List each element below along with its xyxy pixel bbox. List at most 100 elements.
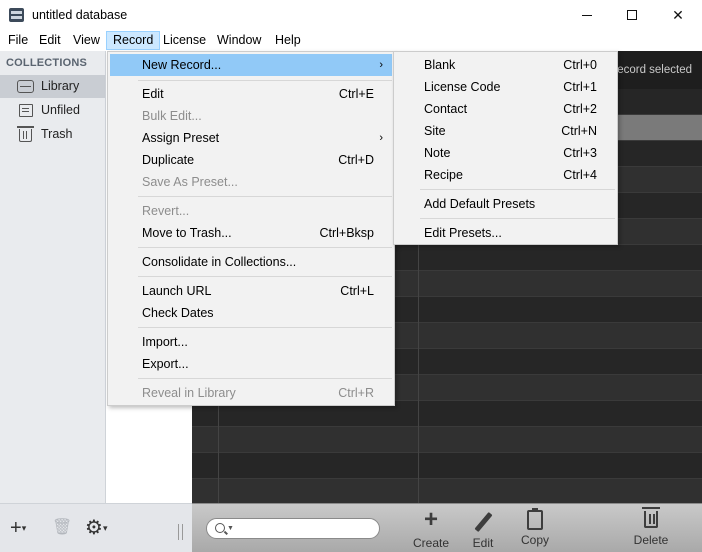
menu-window[interactable]: Window xyxy=(211,31,267,50)
menu-item-label: New Record... xyxy=(142,58,222,72)
sidebar-item-library[interactable]: Library xyxy=(0,75,105,98)
menu-item-label: Note xyxy=(424,146,451,160)
sidebar-item-label: Unfiled xyxy=(41,103,80,117)
menu-item-launch-url[interactable]: Launch URL Ctrl+L xyxy=(110,280,392,302)
create-label: Create xyxy=(412,536,450,550)
minimize-button[interactable] xyxy=(564,0,610,30)
submenu-item-note[interactable]: Note Ctrl+3 xyxy=(396,142,615,164)
submenu-item-edit-presets[interactable]: Edit Presets... xyxy=(396,222,615,244)
submenu-item-contact[interactable]: Contact Ctrl+2 xyxy=(396,98,615,120)
menu-help[interactable]: Help xyxy=(269,31,307,50)
menu-item-label: Recipe xyxy=(424,168,463,182)
menu-view[interactable]: View xyxy=(67,31,106,50)
chevron-right-icon: › xyxy=(379,132,383,144)
maximize-icon xyxy=(627,10,637,20)
delete-collection-button[interactable]: 🗑 xyxy=(52,518,72,538)
submenu-item-site[interactable]: Site Ctrl+N xyxy=(396,120,615,142)
trash-icon xyxy=(642,507,660,528)
submenu-item-add-default-presets[interactable]: Add Default Presets xyxy=(396,193,615,215)
menu-item-duplicate[interactable]: Duplicate Ctrl+D xyxy=(110,149,392,171)
menu-item-label: Edit xyxy=(142,87,164,101)
menu-item-edit[interactable]: Edit Ctrl+E xyxy=(110,83,392,105)
menu-edit[interactable]: Edit xyxy=(33,31,67,50)
menu-item-label: Site xyxy=(424,124,446,138)
submenu-item-license-code[interactable]: License Code Ctrl+1 xyxy=(396,76,615,98)
search-icon xyxy=(215,523,225,533)
menu-shortcut: Ctrl+2 xyxy=(563,102,597,116)
menu-item-label: Consolidate in Collections... xyxy=(142,255,297,269)
submenu-item-blank[interactable]: Blank Ctrl+0 xyxy=(396,54,615,76)
menu-item-move-to-trash[interactable]: Move to Trash... Ctrl+Bksp xyxy=(110,222,392,244)
menu-item-new-record[interactable]: New Record... › xyxy=(110,54,392,76)
collection-settings-button[interactable]: ⚙▾ xyxy=(85,518,107,538)
menu-item-bulk-edit[interactable]: Bulk Edit... xyxy=(110,105,392,127)
sidebar-item-trash[interactable]: Trash xyxy=(0,123,105,146)
menu-item-label: Add Default Presets xyxy=(424,197,536,211)
menu-item-label: Edit Presets... xyxy=(424,226,502,240)
menu-item-reveal-in-library[interactable]: Reveal in Library Ctrl+R xyxy=(110,382,392,404)
menu-item-consolidate[interactable]: Consolidate in Collections... xyxy=(110,251,392,273)
menu-item-label: Export... xyxy=(142,357,189,371)
menu-item-save-as-preset[interactable]: Save As Preset... xyxy=(110,171,392,193)
delete-button[interactable]: Delete xyxy=(626,507,676,552)
menu-item-label: Contact xyxy=(424,102,468,116)
menu-item-label: License Code xyxy=(424,80,501,94)
menu-record[interactable]: Record xyxy=(106,31,161,50)
sidebar-footer: +▾ 🗑 ⚙▾ xyxy=(0,503,192,552)
menu-shortcut: Ctrl+0 xyxy=(563,58,597,72)
menu-item-check-dates[interactable]: Check Dates xyxy=(110,302,392,324)
add-collection-button[interactable]: +▾ xyxy=(10,518,26,538)
menu-separator xyxy=(420,189,615,190)
menu-item-label: Check Dates xyxy=(142,306,214,320)
menu-shortcut: Ctrl+L xyxy=(340,284,374,298)
close-icon: ✕ xyxy=(672,6,684,23)
menu-item-import[interactable]: Import... xyxy=(110,331,392,353)
menu-item-assign-preset[interactable]: Assign Preset › xyxy=(110,127,392,149)
chevron-down-icon: ▼ xyxy=(227,525,234,532)
table-row[interactable] xyxy=(192,479,702,503)
collections-sidebar: COLLECTIONS Library Unfiled Trash xyxy=(0,51,106,552)
menu-separator xyxy=(138,247,392,248)
menu-separator xyxy=(138,276,392,277)
menu-item-label: Assign Preset xyxy=(142,131,220,145)
copy-label: Copy xyxy=(520,533,549,547)
menu-shortcut: Ctrl+N xyxy=(561,124,597,138)
menu-item-label: Bulk Edit... xyxy=(142,109,202,123)
create-button[interactable]: + Create xyxy=(406,508,456,552)
submenu-item-recipe[interactable]: Recipe Ctrl+4 xyxy=(396,164,615,186)
menu-item-label: Import... xyxy=(142,335,188,349)
menu-item-export[interactable]: Export... xyxy=(110,353,392,375)
bottom-toolbar: ▼ + Create Edit Copy Delete xyxy=(192,503,702,552)
menu-shortcut: Ctrl+4 xyxy=(563,168,597,182)
menu-shortcut: Ctrl+1 xyxy=(563,80,597,94)
menu-item-label: Save As Preset... xyxy=(142,175,238,189)
table-row[interactable] xyxy=(192,453,702,479)
window-title: untitled database xyxy=(32,8,128,22)
table-row[interactable] xyxy=(192,427,702,453)
sidebar-item-label: Trash xyxy=(41,127,73,141)
chevron-down-icon: ▾ xyxy=(21,523,27,533)
pencil-icon xyxy=(474,511,492,533)
search-input[interactable] xyxy=(237,521,373,536)
menu-item-revert[interactable]: Revert... xyxy=(110,200,392,222)
menu-shortcut: Ctrl+D xyxy=(338,153,374,167)
menu-item-label: Duplicate xyxy=(142,153,195,167)
menu-file[interactable]: File xyxy=(2,31,34,50)
sidebar-item-label: Library xyxy=(41,79,80,93)
menu-license[interactable]: License xyxy=(157,31,212,50)
menu-separator xyxy=(138,327,392,328)
trash-icon xyxy=(17,126,34,142)
copy-button[interactable]: Copy xyxy=(510,508,560,552)
edit-button[interactable]: Edit xyxy=(458,508,508,552)
maximize-button[interactable] xyxy=(609,0,655,30)
menu-separator xyxy=(420,218,615,219)
title-bar[interactable]: untitled database ✕ xyxy=(0,0,702,30)
menu-separator xyxy=(138,378,392,379)
sidebar-resize-handle[interactable] xyxy=(178,524,183,540)
menu-shortcut: Ctrl+Bksp xyxy=(319,226,374,240)
sidebar-item-unfiled[interactable]: Unfiled xyxy=(0,99,105,122)
close-button[interactable]: ✕ xyxy=(655,0,701,30)
search-field[interactable]: ▼ xyxy=(206,518,380,539)
delete-label: Delete xyxy=(633,533,669,547)
app-icon xyxy=(9,8,24,22)
